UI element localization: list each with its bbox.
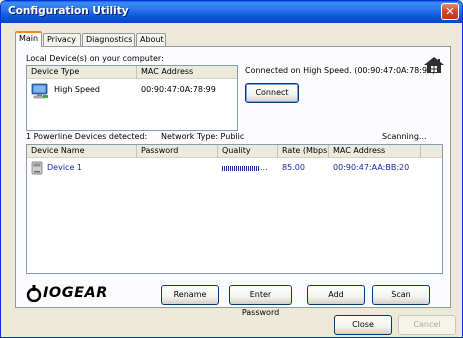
col-powerline-mac[interactable]: MAC Address	[329, 145, 421, 158]
devices-detected-label: 1 Powerline Devices detected:	[26, 132, 148, 141]
close-button[interactable]: Close	[334, 315, 392, 335]
network-type-label: Network Type: Public	[161, 132, 245, 141]
logo-mark-icon	[26, 285, 42, 302]
enter-password-button[interactable]: Enter Password	[229, 285, 292, 317]
tab-privacy[interactable]: Privacy	[43, 33, 81, 46]
local-device-mac: 00:90:47:0A:78:99	[141, 85, 216, 94]
device-mac: 00:90:47:AA:BB:20	[333, 163, 410, 172]
tab-diagnostics[interactable]: Diagnostics	[82, 33, 135, 46]
device-name: Device 1	[47, 163, 82, 172]
col-quality[interactable]: Quality	[218, 145, 278, 158]
powerline-adapter-icon	[31, 161, 43, 175]
scan-button[interactable]: Scan	[372, 285, 430, 305]
computer-icon	[31, 83, 48, 99]
tab-about[interactable]: About	[136, 33, 166, 46]
device-rate: 85.00	[282, 163, 305, 172]
local-devices-header: Device Type MAC Address	[27, 66, 237, 79]
local-devices-label: Local Device(s) on your computer:	[26, 54, 164, 63]
col-spacer	[421, 145, 442, 158]
powerline-devices-list[interactable]: Device Name Password Quality Rate (Mbps)…	[26, 144, 443, 274]
col-device-type[interactable]: Device Type	[27, 66, 137, 79]
col-rate[interactable]: Rate (Mbps)	[278, 145, 329, 158]
quality-bar	[222, 166, 259, 171]
connection-status: Connected on High Speed. (00:90:47:0A:78…	[245, 66, 436, 75]
title-bar[interactable]: Configuration Utility ✕	[1, 1, 462, 23]
local-devices-list[interactable]: Device Type MAC Address High Speed 00:90…	[26, 65, 238, 131]
window-title: Configuration Utility	[8, 5, 129, 17]
add-button[interactable]: Add	[307, 285, 365, 305]
main-tab-panel: Local Device(s) on your computer: Device…	[15, 46, 451, 317]
rename-button[interactable]: Rename	[161, 285, 219, 305]
powerline-devices-header: Device Name Password Quality Rate (Mbps)…	[27, 145, 442, 158]
configuration-utility-window: Configuration Utility ✕ Main Privacy Dia…	[0, 0, 463, 338]
col-password[interactable]: Password	[137, 145, 218, 158]
connect-button[interactable]: Connect	[245, 83, 299, 103]
cancel-button: Cancel	[398, 315, 456, 335]
local-device-row[interactable]: High Speed 00:90:47:0A:78:99	[27, 82, 237, 102]
iogear-logo: IOGEAR	[26, 284, 146, 304]
tab-main[interactable]: Main	[15, 31, 42, 47]
logo-text: IOGEAR	[43, 285, 108, 301]
col-mac-address[interactable]: MAC Address	[137, 66, 237, 79]
device-quality-text: ...	[260, 163, 268, 172]
scanning-status: Scanning...	[382, 132, 427, 141]
home-network-icon	[424, 57, 444, 73]
close-window-button[interactable]: ✕	[441, 3, 459, 20]
table-row[interactable]: Device 1 ... 85.00 00:90:47:AA:BB:20	[27, 160, 442, 176]
col-device-name[interactable]: Device Name	[27, 145, 137, 158]
local-device-type: High Speed	[54, 85, 101, 94]
